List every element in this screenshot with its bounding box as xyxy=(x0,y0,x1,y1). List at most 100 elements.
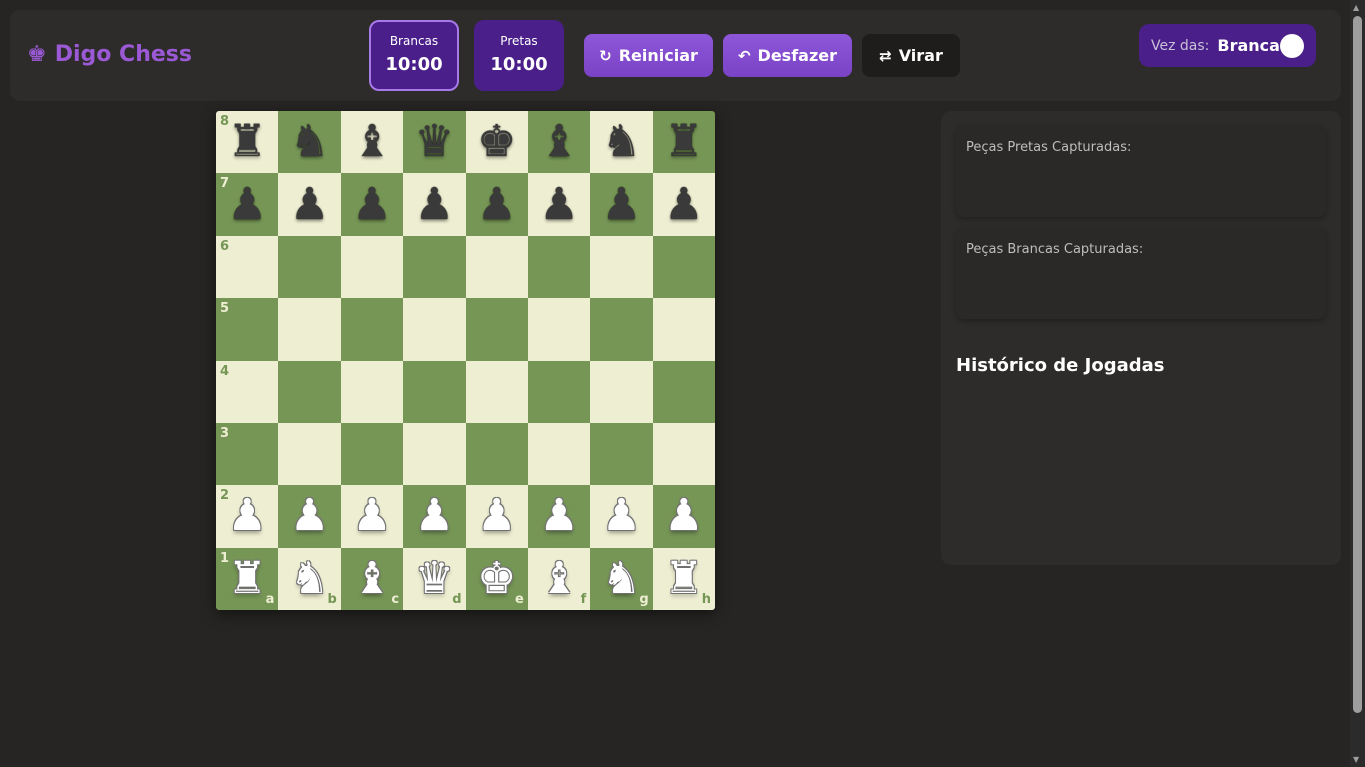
white-queen-icon[interactable]: ♛ xyxy=(415,556,454,601)
square-f7[interactable]: ♟ xyxy=(527,173,591,236)
black-pawn-icon[interactable]: ♟ xyxy=(415,182,454,227)
restart-button[interactable]: ↻ Reiniciar xyxy=(584,34,713,77)
square-d1[interactable]: d ♛ xyxy=(403,547,466,610)
square-g4[interactable] xyxy=(590,360,653,423)
square-h4[interactable] xyxy=(652,360,715,423)
square-c5[interactable] xyxy=(340,298,404,361)
square-c8[interactable]: ♝ xyxy=(340,111,404,174)
square-g7[interactable]: ♟ xyxy=(590,173,653,236)
square-g6[interactable] xyxy=(590,235,653,299)
square-b5[interactable] xyxy=(278,298,341,361)
square-b1[interactable]: b ♞ xyxy=(278,547,341,610)
square-e5[interactable] xyxy=(465,298,528,361)
white-rook-icon[interactable]: ♜ xyxy=(664,556,703,601)
square-e3[interactable] xyxy=(465,422,528,486)
square-g8[interactable]: ♞ xyxy=(590,111,653,174)
square-c6[interactable] xyxy=(340,235,404,299)
square-g3[interactable] xyxy=(590,422,653,486)
square-e6[interactable] xyxy=(465,235,528,299)
square-h7[interactable]: ♟ xyxy=(652,173,715,236)
square-f6[interactable] xyxy=(527,235,591,299)
white-knight-icon[interactable]: ♞ xyxy=(602,556,641,601)
black-pawn-icon[interactable]: ♟ xyxy=(539,182,578,227)
undo-button[interactable]: ↶ Desfazer xyxy=(723,34,852,77)
white-pawn-icon[interactable]: ♟ xyxy=(227,494,266,538)
square-h1[interactable]: h ♜ xyxy=(652,547,715,610)
square-f4[interactable] xyxy=(527,360,591,423)
white-bishop-icon[interactable]: ♝ xyxy=(352,556,391,601)
black-pawn-icon[interactable]: ♟ xyxy=(290,182,329,227)
square-a7[interactable]: 7 ♟ xyxy=(216,173,279,236)
square-h2[interactable]: ♟ xyxy=(652,485,715,548)
white-pawn-icon[interactable]: ♟ xyxy=(415,494,454,538)
black-bishop-icon[interactable]: ♝ xyxy=(352,120,391,164)
square-e1[interactable]: e ♚ xyxy=(465,547,528,610)
black-bishop-icon[interactable]: ♝ xyxy=(539,120,578,164)
square-f3[interactable] xyxy=(527,422,591,486)
square-b7[interactable]: ♟ xyxy=(278,173,341,236)
square-d5[interactable] xyxy=(403,298,466,361)
scroll-up-icon[interactable]: ▲ xyxy=(1353,3,1359,12)
square-d7[interactable]: ♟ xyxy=(403,173,466,236)
square-f2[interactable]: ♟ xyxy=(527,485,591,548)
white-pawn-icon[interactable]: ♟ xyxy=(539,494,578,538)
square-d2[interactable]: ♟ xyxy=(403,485,466,548)
white-pawn-icon[interactable]: ♟ xyxy=(664,494,703,538)
black-pawn-icon[interactable]: ♟ xyxy=(664,182,703,227)
square-e4[interactable] xyxy=(465,360,528,423)
black-pawn-icon[interactable]: ♟ xyxy=(227,182,266,227)
square-f8[interactable]: ♝ xyxy=(527,111,591,174)
square-b4[interactable] xyxy=(278,360,341,423)
page-scrollbar[interactable]: ▲ ▼ xyxy=(1350,0,1365,767)
black-king-icon[interactable]: ♚ xyxy=(477,120,516,164)
square-a6[interactable]: 6 xyxy=(216,235,279,299)
white-bishop-icon[interactable]: ♝ xyxy=(539,556,578,601)
black-rook-icon[interactable]: ♜ xyxy=(664,120,703,164)
square-h8[interactable]: ♜ xyxy=(652,111,715,174)
square-e8[interactable]: ♚ xyxy=(465,111,528,174)
square-f1[interactable]: f ♝ xyxy=(527,547,591,610)
square-b6[interactable] xyxy=(278,235,341,299)
square-d8[interactable]: ♛ xyxy=(403,111,466,174)
black-pawn-icon[interactable]: ♟ xyxy=(602,182,641,227)
white-knight-icon[interactable]: ♞ xyxy=(290,556,329,601)
square-c4[interactable] xyxy=(340,360,404,423)
square-a1[interactable]: 1 a ♜ xyxy=(216,547,279,610)
square-d6[interactable] xyxy=(403,235,466,299)
white-pawn-icon[interactable]: ♟ xyxy=(352,494,391,538)
black-knight-icon[interactable]: ♞ xyxy=(602,120,641,164)
square-g1[interactable]: g ♞ xyxy=(590,547,653,610)
square-f5[interactable] xyxy=(527,298,591,361)
square-a2[interactable]: 2 ♟ xyxy=(216,485,279,548)
square-d3[interactable] xyxy=(403,422,466,486)
white-pawn-icon[interactable]: ♟ xyxy=(290,494,329,538)
square-a5[interactable]: 5 xyxy=(216,298,279,361)
square-a4[interactable]: 4 xyxy=(216,360,279,423)
square-b8[interactable]: ♞ xyxy=(278,111,341,174)
black-knight-icon[interactable]: ♞ xyxy=(290,120,329,164)
square-c7[interactable]: ♟ xyxy=(340,173,404,236)
white-rook-icon[interactable]: ♜ xyxy=(227,556,266,601)
square-h3[interactable] xyxy=(652,422,715,486)
square-h5[interactable] xyxy=(652,298,715,361)
scrollbar-thumb[interactable] xyxy=(1353,16,1362,713)
square-c1[interactable]: c ♝ xyxy=(340,547,404,610)
white-pawn-icon[interactable]: ♟ xyxy=(602,494,641,538)
square-c2[interactable]: ♟ xyxy=(340,485,404,548)
square-b2[interactable]: ♟ xyxy=(278,485,341,548)
scroll-down-icon[interactable]: ▼ xyxy=(1353,755,1359,764)
square-e2[interactable]: ♟ xyxy=(465,485,528,548)
white-pawn-icon[interactable]: ♟ xyxy=(477,494,516,538)
square-b3[interactable] xyxy=(278,422,341,486)
square-e7[interactable]: ♟ xyxy=(465,173,528,236)
square-g2[interactable]: ♟ xyxy=(590,485,653,548)
square-c3[interactable] xyxy=(340,422,404,486)
black-pawn-icon[interactable]: ♟ xyxy=(352,182,391,227)
black-pawn-icon[interactable]: ♟ xyxy=(477,182,516,227)
square-a3[interactable]: 3 xyxy=(216,422,279,486)
white-king-icon[interactable]: ♚ xyxy=(477,556,516,601)
square-g5[interactable] xyxy=(590,298,653,361)
square-h6[interactable] xyxy=(652,235,715,299)
square-d4[interactable] xyxy=(403,360,466,423)
square-a8[interactable]: 8 ♜ xyxy=(216,111,279,174)
